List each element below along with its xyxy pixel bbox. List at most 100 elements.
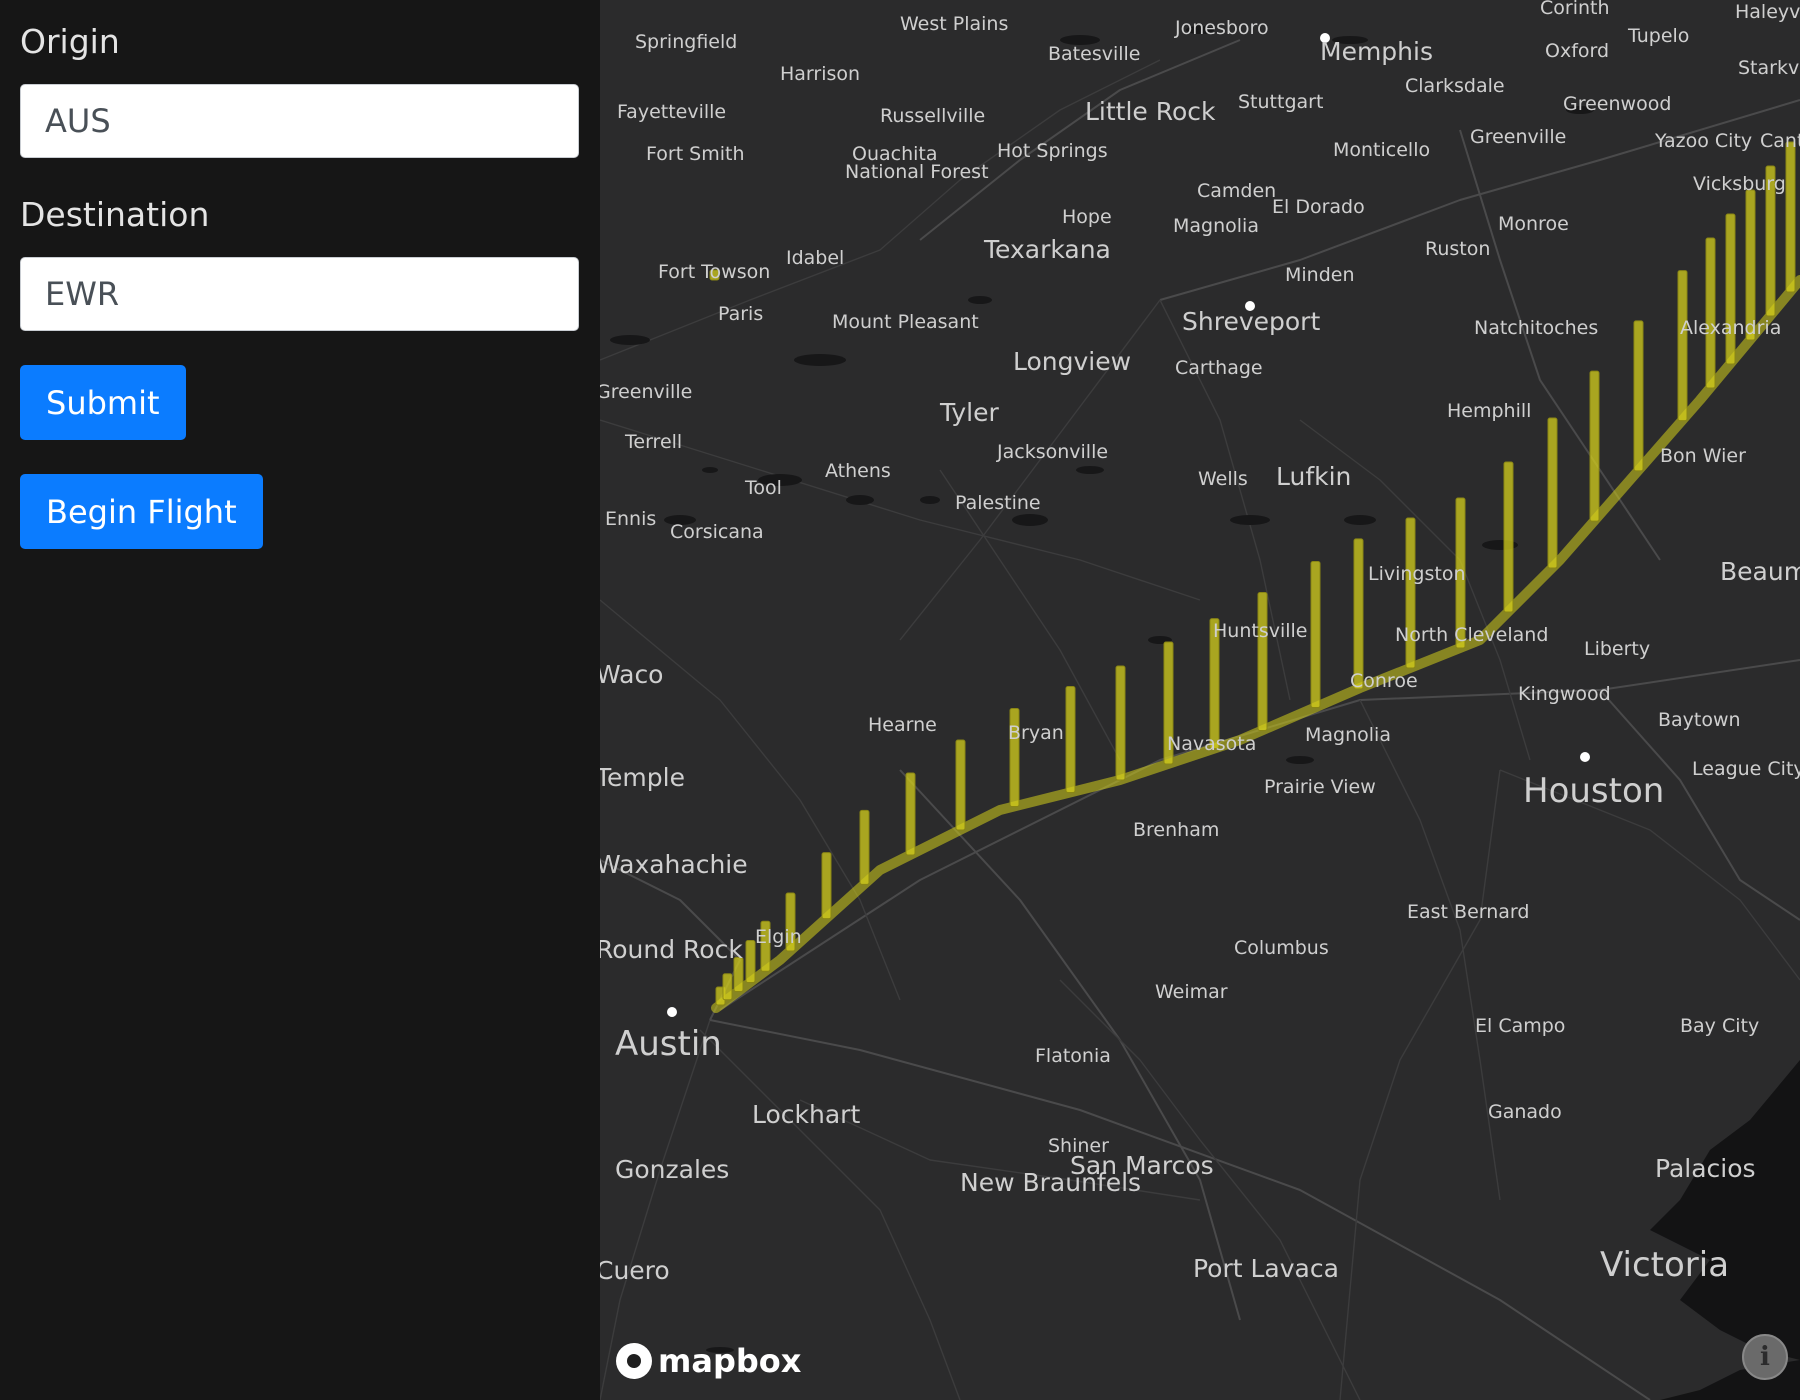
- altitude-marker: [1353, 538, 1364, 690]
- city-label: Batesville: [1048, 43, 1141, 65]
- city-label: El Dorado: [1272, 196, 1365, 218]
- city-label: Wells: [1198, 468, 1248, 490]
- lake: [1344, 515, 1376, 525]
- city-label: Fayetteville: [617, 101, 726, 123]
- city-label: Columbus: [1234, 937, 1329, 959]
- city-label: Brenham: [1133, 819, 1219, 841]
- city-label: Bon Wier: [1660, 445, 1746, 467]
- city-label: Alexandria: [1680, 317, 1781, 339]
- altitude-marker: [1115, 665, 1126, 781]
- city-label: Fort Smith: [646, 143, 745, 165]
- city-label: Paris: [718, 303, 763, 325]
- lake: [794, 354, 846, 366]
- city-label: Baytown: [1658, 709, 1741, 731]
- city-label: New Braunfels: [960, 1168, 1141, 1197]
- city-label: Terrell: [624, 431, 682, 453]
- altitude-marker: [745, 940, 756, 983]
- lake: [1076, 466, 1104, 474]
- city-label: Vicksburg: [1693, 173, 1786, 195]
- city-label: Austin: [615, 1024, 722, 1064]
- city-label: Elgin: [755, 926, 802, 948]
- city-label: Hemphill: [1447, 400, 1531, 422]
- city-label: Beaumont: [1720, 557, 1800, 586]
- city-label: Texarkana: [983, 235, 1111, 264]
- altitude-marker: [1785, 141, 1796, 293]
- gulf-bay: [1650, 1060, 1800, 1360]
- city-label: Canton: [1760, 130, 1800, 152]
- altitude-marker: [905, 772, 916, 856]
- city-label: Idabel: [786, 247, 844, 269]
- origin-label: Origin: [20, 22, 120, 61]
- destination-input[interactable]: [20, 257, 579, 331]
- road-line: [600, 419, 1201, 601]
- altitude-marker: [1503, 461, 1514, 613]
- road-line: [1339, 769, 1501, 1400]
- city-label: Round Rock: [600, 935, 743, 964]
- city-label: Corsicana: [670, 521, 764, 543]
- city-label: Greenville: [1470, 126, 1566, 148]
- submit-button[interactable]: Submit: [20, 365, 186, 440]
- begin-flight-button[interactable]: Begin Flight: [20, 474, 263, 549]
- info-icon[interactable]: i: [1742, 1334, 1788, 1380]
- city-label: Liberty: [1584, 638, 1650, 660]
- city-label: Little Rock: [1085, 97, 1216, 126]
- city-label: Longview: [1013, 347, 1131, 376]
- city-label: Kingwood: [1518, 683, 1611, 705]
- city-label: Springfield: [635, 31, 737, 53]
- city-label: Lockhart: [752, 1100, 860, 1129]
- lake: [1012, 514, 1048, 526]
- city-label: East Bernard: [1407, 901, 1529, 923]
- city-label: Jacksonville: [996, 441, 1108, 463]
- lake: [1286, 756, 1314, 764]
- road-line: [709, 1019, 1651, 1400]
- city-label: Greenwood: [1563, 93, 1671, 115]
- city-label: Palacios: [1655, 1154, 1756, 1183]
- city-label: Mount Pleasant: [832, 311, 979, 333]
- city-label: Monticello: [1333, 139, 1430, 161]
- lake: [702, 467, 718, 473]
- city-label: Greenville: [600, 381, 692, 403]
- city-dot: [1580, 752, 1590, 762]
- altitude-marker: [1725, 213, 1736, 365]
- city-label: Clarksdale: [1405, 75, 1505, 97]
- mapbox-logo[interactable]: mapbox: [616, 1342, 801, 1380]
- altitude-marker: [821, 852, 832, 920]
- city-label: West Plains: [900, 13, 1008, 35]
- city-labels: Springfield West Plains Jonesboro Memphis Co…: [600, 0, 1800, 1285]
- city-label: Navasota: [1167, 733, 1256, 755]
- city-label: Huntsville: [1213, 620, 1308, 642]
- altitude-marker: [1589, 370, 1600, 522]
- mapbox-wordmark: mapbox: [658, 1342, 802, 1380]
- city-label: National Forest: [845, 161, 989, 183]
- altitude-marker: [1677, 270, 1688, 422]
- origin-input[interactable]: [20, 84, 579, 158]
- city-label: Magnolia: [1173, 215, 1259, 237]
- city-label: Ruston: [1425, 238, 1490, 260]
- city-label: North Cleveland: [1395, 624, 1548, 646]
- city-label: Shreveport: [1182, 307, 1320, 336]
- destination-label: Destination: [20, 195, 210, 234]
- lake: [610, 335, 650, 345]
- map-canvas[interactable]: Springfield West Plains Jonesboro Memphis Co…: [600, 0, 1800, 1400]
- altitude-marker: [1547, 417, 1558, 569]
- city-label: Starkville: [1738, 57, 1800, 79]
- city-label: Bryan: [1008, 722, 1064, 744]
- altitude-marker: [1705, 237, 1716, 389]
- city-label: Corinth: [1540, 0, 1610, 19]
- city-label: Temple: [600, 763, 685, 792]
- city-label: Harrison: [780, 63, 860, 85]
- city-label: Russellville: [880, 105, 985, 127]
- info-icon-glyph: i: [1760, 1342, 1770, 1372]
- altitude-marker: [1310, 561, 1321, 708]
- city-label: Jonesboro: [1174, 17, 1269, 39]
- city-label: Carthage: [1175, 357, 1263, 379]
- city-label: League City: [1692, 758, 1800, 780]
- lake: [1230, 515, 1270, 525]
- city-label: Cuero: [600, 1256, 670, 1285]
- altitude-marker: [1633, 320, 1644, 472]
- lake: [920, 496, 940, 504]
- altitude-marker: [722, 973, 733, 1001]
- city-label: Ennis: [605, 508, 656, 530]
- city-label: Gonzales: [615, 1155, 729, 1184]
- city-label: Haleyville: [1735, 1, 1800, 23]
